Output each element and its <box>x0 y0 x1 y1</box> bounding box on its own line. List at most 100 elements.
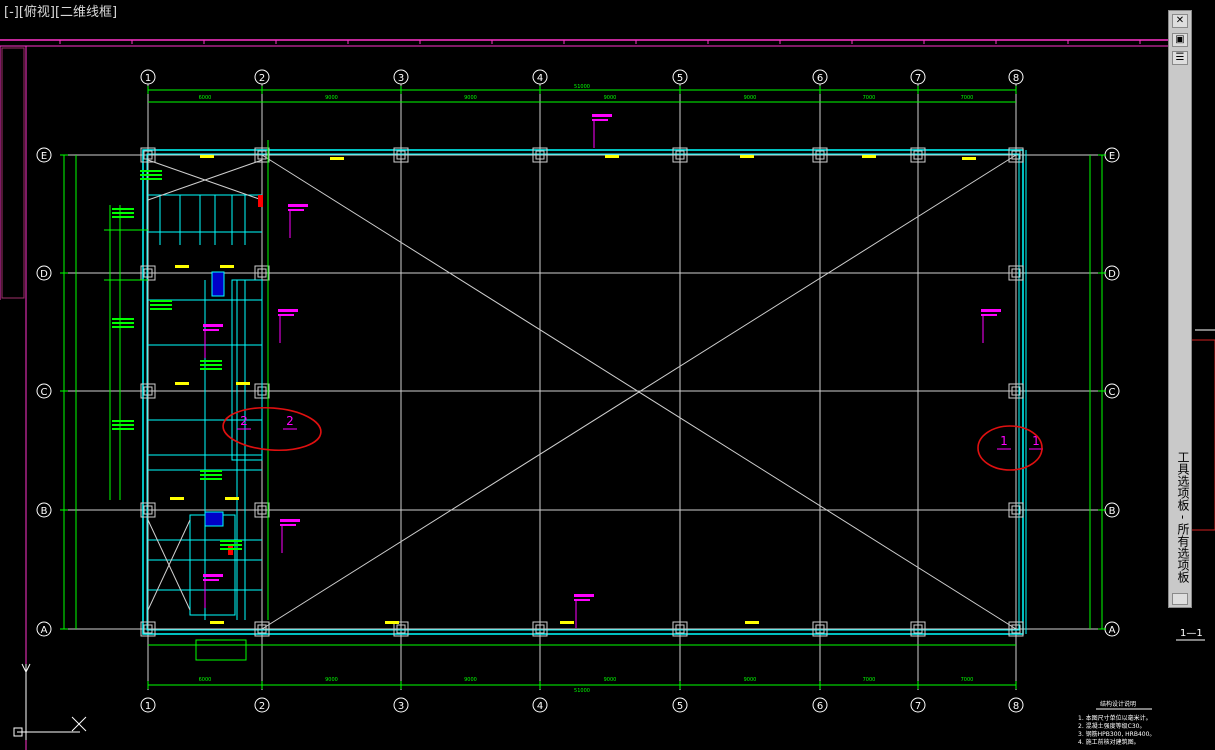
axis-label: 6 <box>817 701 823 712</box>
close-icon[interactable]: ✕ <box>1172 14 1188 28</box>
dimension-total: 51000 <box>574 688 590 694</box>
axis-label: 1 <box>145 73 151 84</box>
annotation-text <box>592 119 608 121</box>
dimension-text: 7000 <box>863 677 876 683</box>
notes-line: 4. 施工前核对建筑图。 <box>1078 738 1140 746</box>
annotation-text <box>203 579 219 581</box>
dimension-text: 9000 <box>464 95 477 101</box>
notes-line: 3. 钢筋HPB300, HRB400。 <box>1078 730 1155 738</box>
detail-text <box>200 470 222 472</box>
beam-tag <box>175 382 189 385</box>
palette-title: 工具选项板 - 所有选项板 <box>1176 451 1190 583</box>
detail-text <box>112 322 134 324</box>
detail-text <box>220 548 242 550</box>
detail-text <box>112 318 134 320</box>
drawing-canvas[interactable]: 1 1 2 2 3 3 4 4 5 5 6 6 7 7 8 8 E E D D C C B B A A 6000 6000 9000 90… <box>0 0 1215 750</box>
annotation-text <box>288 204 308 207</box>
ucs-icon <box>21 663 27 673</box>
axis-label: 6 <box>817 73 823 84</box>
beam-tag <box>605 155 619 158</box>
dimension-text: 6000 <box>199 95 212 101</box>
axis-label: 8 <box>1013 701 1019 712</box>
dimension-total: 51000 <box>574 84 590 90</box>
building-outline <box>142 149 1024 635</box>
detail-text <box>200 474 222 476</box>
axis-label: 2 <box>259 73 265 84</box>
beam-tag <box>170 497 184 500</box>
viewport-label[interactable]: [-][俯视][二维线框] <box>4 5 117 21</box>
detail-text <box>220 544 242 546</box>
equipment-mark <box>204 511 224 527</box>
dimension-text: 9000 <box>604 95 617 101</box>
annotation-text <box>574 594 594 597</box>
annotation-text <box>280 524 296 526</box>
detail-text <box>220 540 242 542</box>
beam-tag <box>385 621 399 624</box>
axis-label: 5 <box>677 73 683 84</box>
annotation-text <box>203 574 223 577</box>
menu-icon[interactable] <box>1172 593 1188 605</box>
title-strip <box>1 47 25 299</box>
axis-label: 7 <box>915 701 921 712</box>
section-label: 1—1 <box>1180 628 1203 639</box>
marker <box>258 195 263 207</box>
annotation-text <box>280 519 300 522</box>
tool-palette[interactable]: ✕ ▣ ☰ 工具选项板 - 所有选项板 <box>1168 10 1192 608</box>
dimension-text: 9000 <box>604 677 617 683</box>
beam-tag <box>200 155 214 158</box>
opening-dimension <box>195 639 247 661</box>
axis-label: C <box>1109 387 1116 398</box>
detail-text <box>140 170 162 172</box>
annotation-text <box>288 209 304 211</box>
annotation-text <box>278 314 294 316</box>
detail-text <box>112 420 134 422</box>
detail-text <box>150 304 172 306</box>
axis-label: D <box>1108 269 1116 280</box>
beam-tag <box>560 621 574 624</box>
dimension-text: 7000 <box>863 95 876 101</box>
axis-label: B <box>41 506 48 517</box>
notes-title: 结构设计说明 <box>1100 700 1136 708</box>
detail-text <box>140 174 162 176</box>
adjacent-sheet-frame <box>1189 339 1215 531</box>
detail-text <box>200 364 222 366</box>
detail-text <box>112 216 134 218</box>
annotation-text <box>203 329 219 331</box>
axis-label: B <box>1109 506 1116 517</box>
notes-line: 2. 混凝土强度等级C30。 <box>1078 722 1145 730</box>
dimension-text: 9000 <box>744 95 757 101</box>
section-mark-2-left: 2 <box>240 414 248 428</box>
axis-label: 4 <box>537 701 543 712</box>
axis-label: E <box>1109 151 1115 162</box>
ucs-icon <box>25 663 31 673</box>
properties-icon[interactable]: ☰ <box>1172 51 1188 65</box>
beam-tag <box>236 382 250 385</box>
building-outline-inner <box>146 153 1020 631</box>
dimension-text: 9000 <box>744 677 757 683</box>
axis-label: C <box>41 387 48 398</box>
axis-label: A <box>1109 625 1116 636</box>
axis-label: A <box>41 625 48 636</box>
dimension-text: 6000 <box>199 677 212 683</box>
annotation-text <box>574 599 590 601</box>
detail-text <box>200 478 222 480</box>
pin-icon[interactable]: ▣ <box>1172 33 1188 47</box>
dimension-text: 9000 <box>464 677 477 683</box>
axis-label: 5 <box>677 701 683 712</box>
axis-label: 3 <box>398 701 404 712</box>
beam-tag <box>745 621 759 624</box>
annotation-text <box>981 309 1001 312</box>
detail-text <box>112 208 134 210</box>
axis-label: 1 <box>145 701 151 712</box>
notes-line: 1. 本图尺寸单位以毫米计。 <box>1078 714 1152 722</box>
axis-label: 8 <box>1013 73 1019 84</box>
detail-text <box>112 326 134 328</box>
axis-label: D <box>40 269 48 280</box>
annotation-text <box>592 114 612 117</box>
beam-tag <box>220 265 234 268</box>
annotation-text <box>278 309 298 312</box>
axis-label: 3 <box>398 73 404 84</box>
detail-text <box>200 368 222 370</box>
equipment-mark <box>211 271 225 297</box>
dimension-text: 9000 <box>325 95 338 101</box>
